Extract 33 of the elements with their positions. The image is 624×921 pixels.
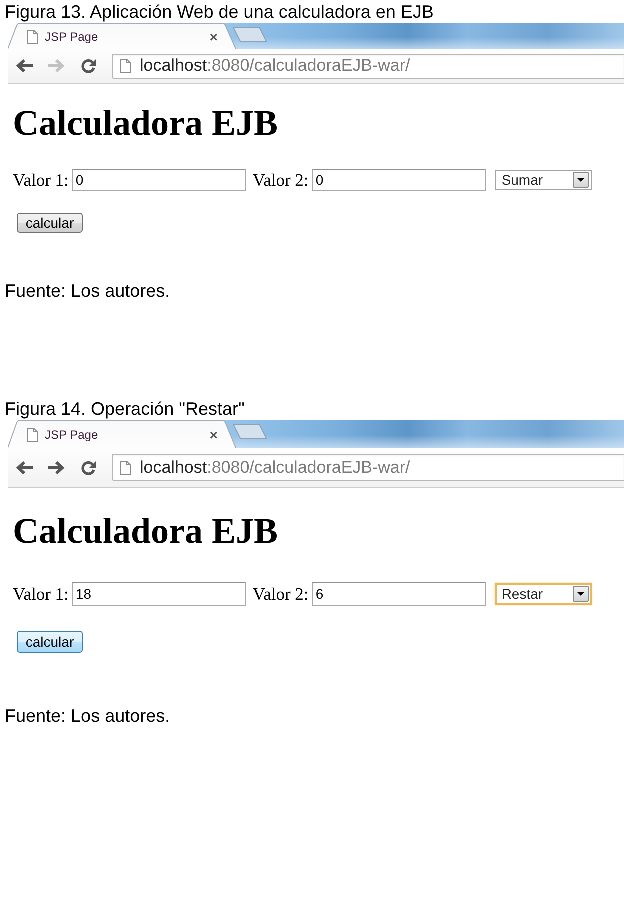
value-input[interactable]: 6: [312, 582, 486, 606]
value-input[interactable]: 0: [72, 169, 246, 191]
back-arrow-icon[interactable]: [16, 59, 33, 73]
figure-caption: Figura 13. Aplicación Web de una calculadora en EJB: [5, 2, 434, 22]
address-bar[interactable]: localhost:8080/calculadoraEJB-war/: [112, 454, 624, 481]
browser-tab[interactable]: JSP Page ×: [8, 23, 237, 49]
reload-icon[interactable]: [80, 460, 97, 474]
operation-select[interactable]: Restar: [494, 583, 592, 605]
browser-tab[interactable]: JSP Page ×: [8, 420, 237, 448]
field-label: Valor 1:: [13, 170, 69, 190]
address-bar[interactable]: localhost:8080/calculadoraEJB-war/: [112, 54, 624, 78]
calculate-button[interactable]: calcular: [17, 631, 83, 653]
page-heading: Calculadora EJB: [13, 103, 278, 143]
page-heading: Calculadora EJB: [13, 511, 278, 551]
page-icon: [27, 428, 38, 442]
figure-caption: Figura 14. Operación "Restar": [5, 399, 245, 419]
operation-select[interactable]: Sumar: [494, 170, 592, 190]
forward-arrow-icon[interactable]: [48, 460, 65, 474]
source-note: Fuente: Los autores.: [5, 281, 170, 301]
back-arrow-icon[interactable]: [16, 460, 33, 474]
tab-close-button[interactable]: ×: [210, 30, 218, 44]
page-icon: [120, 59, 131, 73]
calculate-button[interactable]: calcular: [17, 213, 83, 233]
value-input[interactable]: 0: [312, 169, 486, 191]
page-icon: [120, 460, 131, 474]
value-input[interactable]: 18: [72, 582, 246, 606]
tab-close-button[interactable]: ×: [210, 428, 218, 442]
page-icon: [27, 30, 38, 44]
field-label: Valor 1:: [13, 584, 69, 604]
field-label: Valor 2:: [252, 584, 309, 604]
source-note: Fuente: Los autores.: [5, 706, 170, 726]
field-label: Valor 2:: [252, 170, 309, 190]
reload-icon[interactable]: [80, 59, 97, 73]
